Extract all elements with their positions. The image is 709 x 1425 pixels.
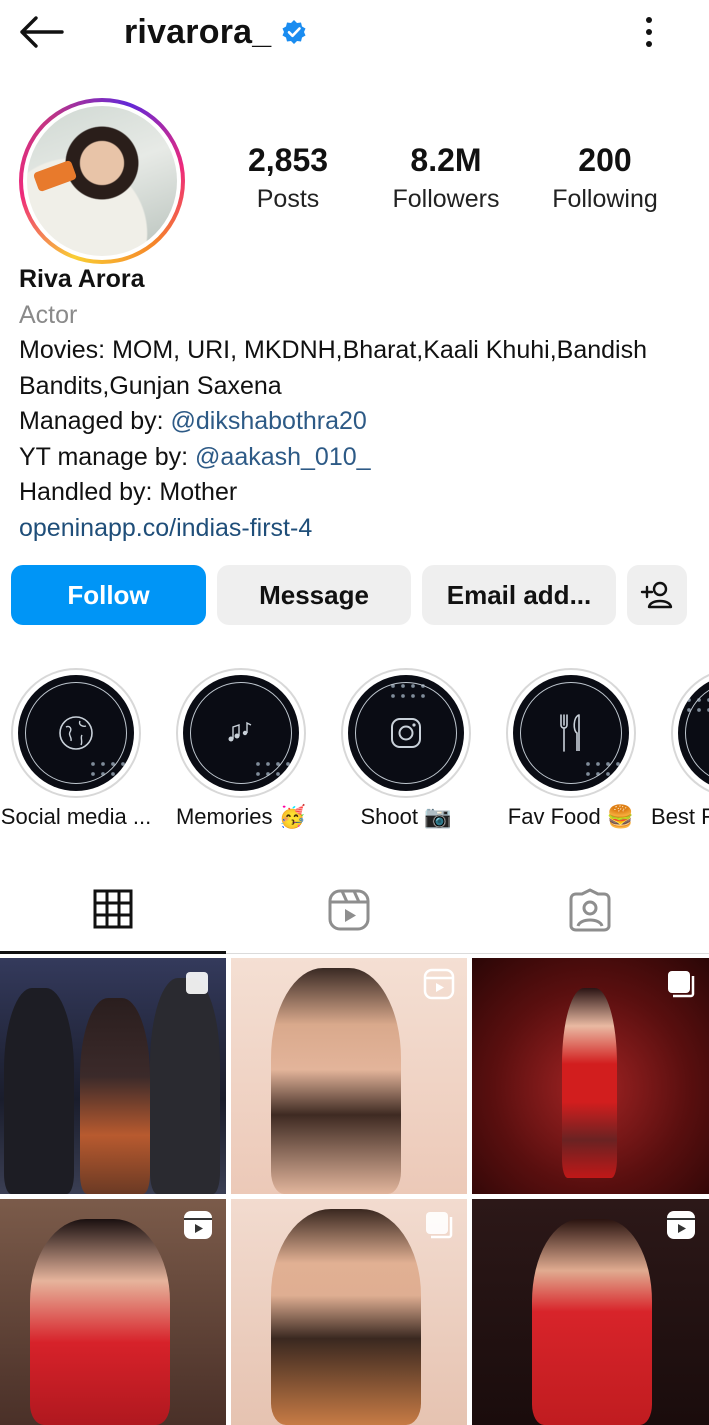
post-tile[interactable] <box>231 958 467 1194</box>
profile-bio: Riva Arora Actor Movies: MOM, URI, MKDNH… <box>19 262 699 546</box>
posts-grid <box>0 958 709 1425</box>
tagged-icon <box>569 888 611 932</box>
tab-posts-grid[interactable] <box>0 866 226 954</box>
category-label: Actor <box>19 300 78 329</box>
profile-avatar-ring[interactable] <box>19 98 185 264</box>
post-tile[interactable] <box>231 1199 467 1425</box>
profile-tabs <box>0 866 709 954</box>
highlight-label: Best F <box>651 804 709 829</box>
bio-website-link[interactable]: openinapp.co/indias-first-4 <box>19 511 699 547</box>
verified-badge-icon <box>281 19 307 45</box>
highlight-social-media[interactable]: Social media ... <box>1 668 151 838</box>
following-count: 200 <box>578 142 632 178</box>
arrow-left-icon <box>20 16 64 48</box>
profile-stats: 2,853 Posts 8.2M Followers 200 Following <box>230 142 690 232</box>
followers-count: 8.2M <box>410 142 482 178</box>
posts-label: Posts <box>256 185 320 213</box>
add-user-button[interactable] <box>627 565 687 625</box>
post-tile[interactable] <box>472 1199 709 1425</box>
carousel-icon <box>186 972 208 994</box>
bio-yt: YT manage by: @aakash_010_ <box>19 442 371 471</box>
avatar <box>27 106 177 256</box>
username: rivarora_ <box>124 12 272 51</box>
grid-icon <box>93 889 133 928</box>
add-person-icon <box>640 581 673 609</box>
tab-reels[interactable] <box>236 866 462 954</box>
post-tile[interactable] <box>472 958 709 1194</box>
reels-icon <box>328 889 370 931</box>
camera-icon <box>391 718 421 748</box>
back-button[interactable] <box>18 12 66 52</box>
managed-mention-link[interactable]: @dikshabothra20 <box>171 407 367 435</box>
message-button[interactable]: Message <box>217 565 411 625</box>
highlight-label: Memories 🥳 <box>175 804 307 829</box>
highlight-label: Shoot 📷 <box>360 804 452 829</box>
highlight-fav-food[interactable]: Fav Food 🍔 <box>506 668 636 838</box>
display-name: Riva Arora <box>19 265 145 293</box>
globe-icon <box>59 716 93 750</box>
bio-managed: Managed by: @dikshabothra20 <box>19 407 367 435</box>
highlight-label: Fav Food 🍔 <box>507 804 635 829</box>
bio-line-1: Movies: MOM, URI, MKDNH,Bharat,Kaali Khu… <box>19 336 647 364</box>
tab-tagged[interactable] <box>477 866 703 954</box>
following-stat[interactable]: 200 Following <box>535 142 675 214</box>
highlight-shoot[interactable]: Shoot 📷 <box>341 668 471 838</box>
leaf-icon <box>684 695 709 717</box>
carousel-icon <box>426 1212 453 1239</box>
reels-badge-icon <box>423 968 455 1000</box>
more-options-button[interactable] <box>634 12 664 52</box>
username-area: rivarora_ <box>124 10 307 54</box>
more-vertical-icon <box>646 17 652 23</box>
highlight-memories[interactable]: Memories 🥳 <box>176 668 306 838</box>
reels-badge-icon <box>184 1211 212 1239</box>
fork-knife-icon <box>560 714 580 752</box>
carousel-icon <box>668 971 695 998</box>
reels-badge-icon <box>667 1211 695 1239</box>
followers-label: Followers <box>392 185 500 213</box>
follow-button[interactable]: Follow <box>11 565 206 625</box>
following-label: Following <box>552 185 658 213</box>
post-tile[interactable] <box>0 958 226 1194</box>
posts-count: 2,853 <box>247 142 329 178</box>
post-tile[interactable] <box>0 1199 226 1425</box>
bio-line-2: Bandits,Gunjan Saxena <box>19 371 282 400</box>
highlight-best[interactable]: Best F <box>651 668 709 838</box>
profile-header: rivarora_ <box>0 0 709 64</box>
music-notes-icon <box>228 721 252 742</box>
bio-handled: Handled by: Mother <box>19 478 238 506</box>
posts-stat[interactable]: 2,853 Posts <box>218 142 358 214</box>
email-button[interactable]: Email add... <box>422 565 616 625</box>
followers-stat[interactable]: 8.2M Followers <box>376 142 516 214</box>
yt-mention-link[interactable]: @aakash_010_ <box>195 443 371 471</box>
story-highlights: Social media ... Memories 🥳 Shoot 📷 Fav … <box>0 668 709 838</box>
